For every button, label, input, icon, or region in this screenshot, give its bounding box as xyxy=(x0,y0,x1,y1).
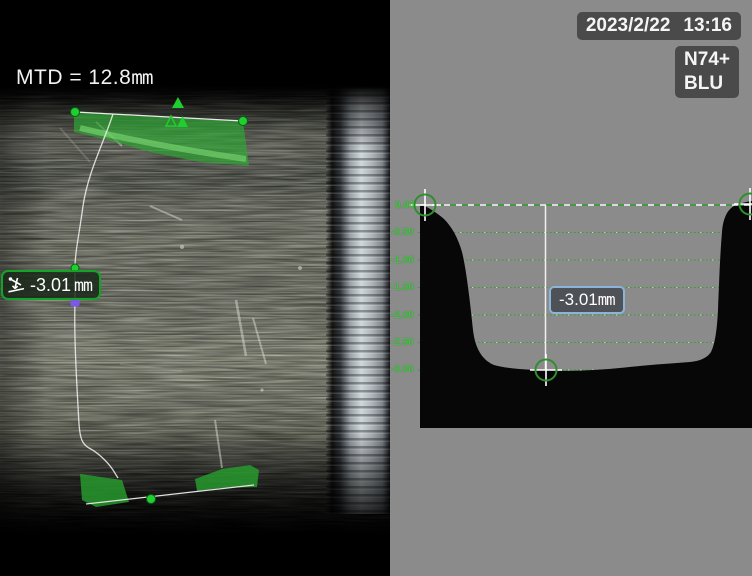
axis-tick--1.00: -1.00 xyxy=(391,255,414,266)
measurement-screen: MTD = 12.8mm -3.01mm xyxy=(0,0,752,576)
probe-tip: BLU xyxy=(684,72,730,96)
chart-depth-label[interactable]: -3.01mm xyxy=(549,286,625,314)
probe-model: N74+ xyxy=(684,48,730,72)
mtd-readout: MTD = 12.8mm xyxy=(16,66,153,90)
axis-tick-0.00: 0.00 xyxy=(395,200,414,211)
depth-cursor-handle[interactable] xyxy=(71,300,80,307)
depth-profile-panel: 0.00 -0.50 -1.00 -1.50 -2.00 -2.50 -3.00… xyxy=(390,0,752,576)
axis-tick--2.00: -2.00 xyxy=(391,310,414,321)
cursor-point-top-right[interactable] xyxy=(239,117,248,126)
time-text: 13:16 xyxy=(683,15,732,37)
defect-region-bottom-right xyxy=(195,465,259,491)
mtd-prefix: MTD = xyxy=(16,66,88,89)
axis-tick--0.50: -0.50 xyxy=(391,227,414,238)
datetime-badge: 2023/2/22 13:16 xyxy=(577,12,741,40)
camera-view: MTD = 12.8mm -3.01mm xyxy=(0,0,390,576)
mtd-unit: mm xyxy=(131,66,152,89)
mtd-value: 12.8 xyxy=(88,66,131,89)
date-text: 2023/2/22 xyxy=(586,15,671,37)
depth-measure-icon xyxy=(7,276,27,294)
depth-measurement-label[interactable]: -3.01mm xyxy=(1,270,101,300)
axis-tick--2.50: -2.50 xyxy=(391,337,414,348)
chart-depth-value: -3.01 xyxy=(559,290,598,309)
depth-unit: mm xyxy=(74,276,92,295)
chart-depth-unit: mm xyxy=(598,290,615,309)
axis-tick--3.00: -3.00 xyxy=(391,364,414,375)
probe-info-badge: N74+ BLU xyxy=(675,46,739,98)
cursor-point-bottom[interactable] xyxy=(147,495,156,504)
depth-value: -3.01 xyxy=(30,275,71,296)
cursor-marker-triangle[interactable] xyxy=(172,97,184,108)
axis-tick--1.50: -1.50 xyxy=(391,282,414,293)
cursor-point-top-left[interactable] xyxy=(71,108,80,117)
